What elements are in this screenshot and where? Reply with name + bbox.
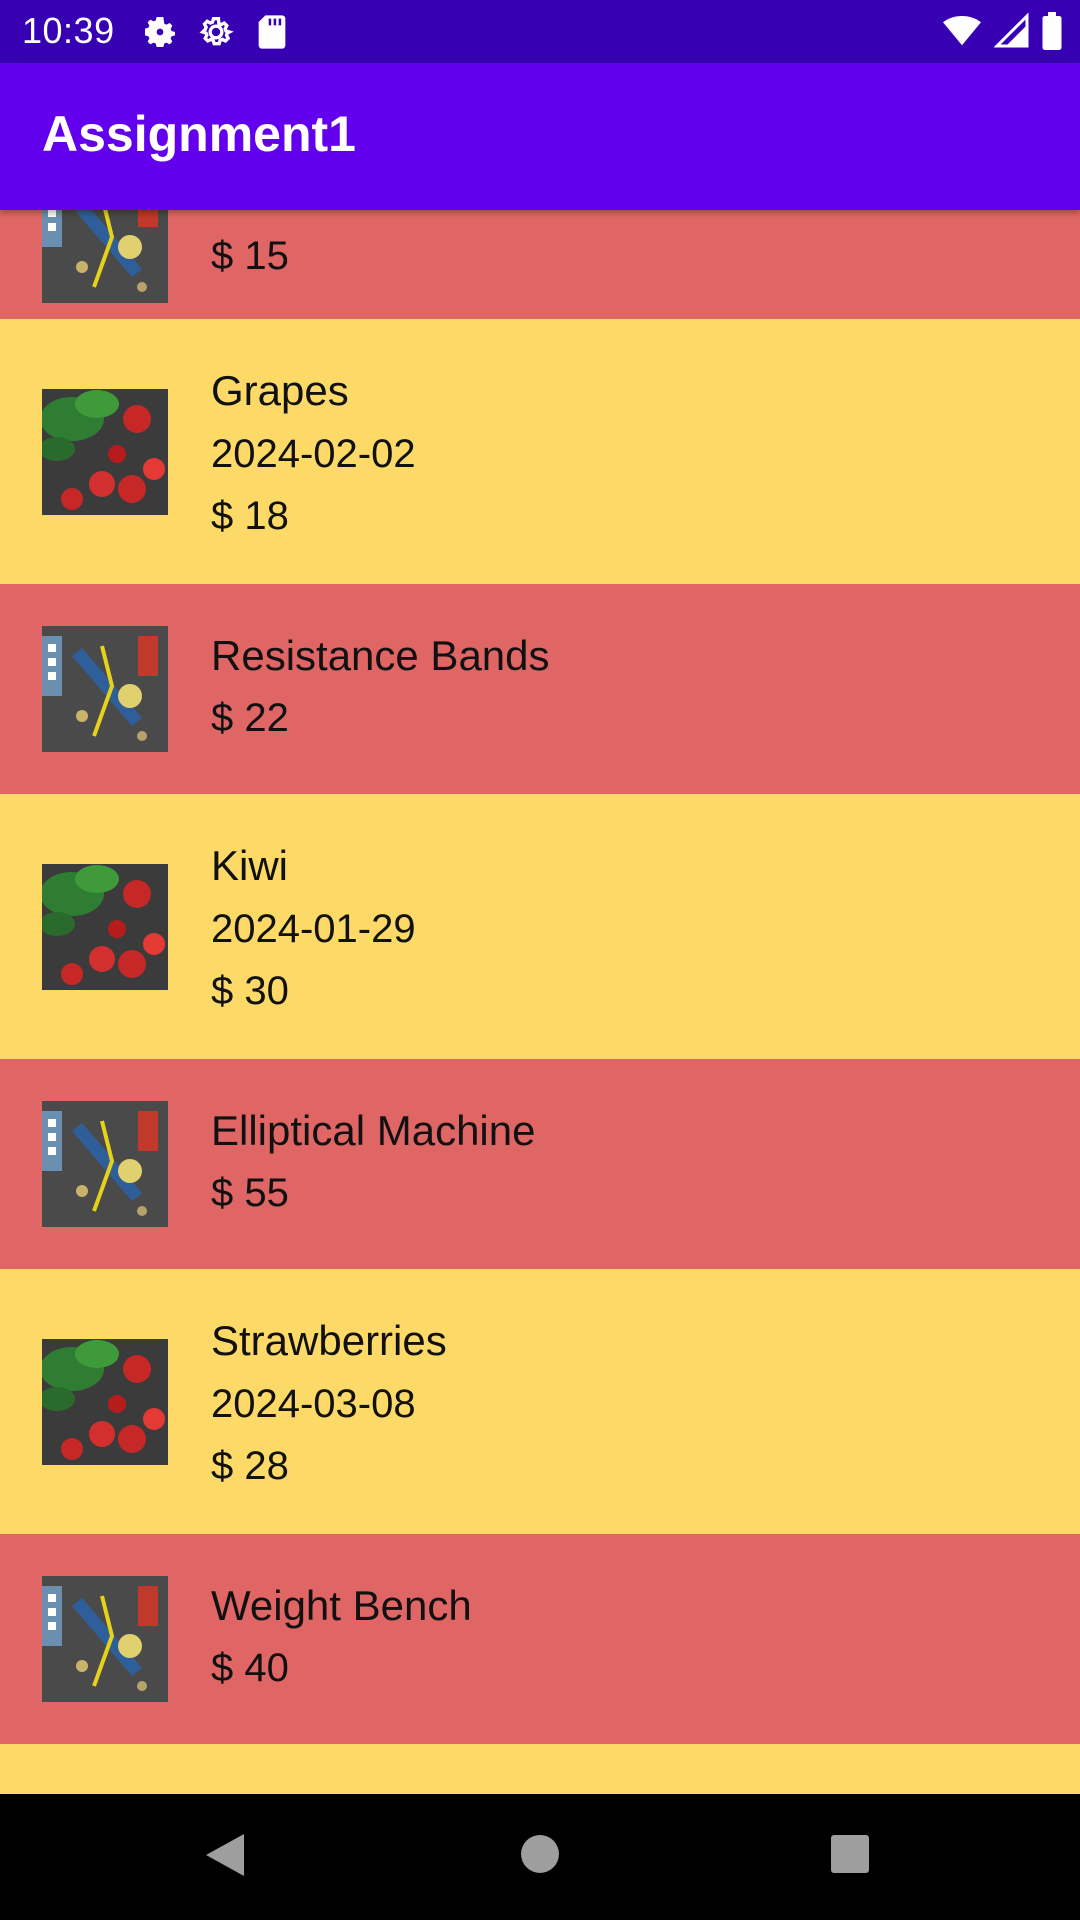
item-name: Weight Bench xyxy=(211,1582,472,1629)
list-item[interactable]: Strawberries 2024-03-08 $ 28 xyxy=(0,1269,1080,1534)
item-price: $ 28 xyxy=(211,1444,289,1488)
status-bar: 10:39 xyxy=(0,0,1080,63)
item-name: Strawberries xyxy=(211,1317,447,1364)
item-price: $ 22 xyxy=(211,696,289,740)
item-date: 2024-01-29 xyxy=(211,907,416,951)
item-price: $ 18 xyxy=(211,494,289,538)
vegetables-image xyxy=(42,864,168,990)
tools-image xyxy=(42,210,168,303)
item-name: Resistance Bands xyxy=(211,632,550,679)
list-item[interactable]: Grapes 2024-02-02 $ 18 xyxy=(0,319,1080,584)
app-bar: Assignment1 xyxy=(0,63,1080,210)
list-item[interactable]: Kiwi 2024-01-29 $ 30 xyxy=(0,794,1080,1059)
settings-icon xyxy=(140,12,180,57)
list-item[interactable]: Weight Bench $ 40 xyxy=(0,1534,1080,1744)
vegetables-image xyxy=(42,1339,168,1465)
item-date: 2024-03-08 xyxy=(211,1382,416,1426)
item-list[interactable]: $ 15 Grapes 2024-02-02 $ 18 Resistance B… xyxy=(0,210,1080,1794)
list-item[interactable]: Elliptical Machine $ 55 xyxy=(0,1059,1080,1269)
item-price: $ 30 xyxy=(211,969,289,1013)
vegetables-image xyxy=(42,389,168,515)
list-item[interactable] xyxy=(0,1744,1080,1794)
item-name: Kiwi xyxy=(211,842,289,889)
back-icon[interactable] xyxy=(204,1832,246,1883)
list-item[interactable]: Resistance Bands $ 22 xyxy=(0,584,1080,794)
item-name: Grapes xyxy=(211,367,349,414)
wifi-icon xyxy=(942,12,982,55)
battery-icon xyxy=(1042,12,1062,55)
item-price: $ 15 xyxy=(211,234,289,278)
list-item[interactable]: $ 15 xyxy=(0,210,1080,319)
home-icon[interactable] xyxy=(520,1834,560,1879)
settings-outline-icon xyxy=(196,12,236,57)
app-title: Assignment1 xyxy=(42,106,356,162)
recents-icon[interactable] xyxy=(830,1834,870,1879)
tools-image xyxy=(42,1576,168,1702)
tools-image xyxy=(42,626,168,752)
sd-card-icon xyxy=(252,12,292,57)
navigation-bar xyxy=(0,1794,1080,1920)
tools-image xyxy=(42,1101,168,1227)
status-time: 10:39 xyxy=(22,10,115,51)
item-date: 2024-02-02 xyxy=(211,432,416,476)
item-price: $ 55 xyxy=(211,1171,289,1215)
signal-icon xyxy=(993,12,1030,55)
item-name: Elliptical Machine xyxy=(211,1107,536,1154)
item-price: $ 40 xyxy=(211,1646,289,1690)
